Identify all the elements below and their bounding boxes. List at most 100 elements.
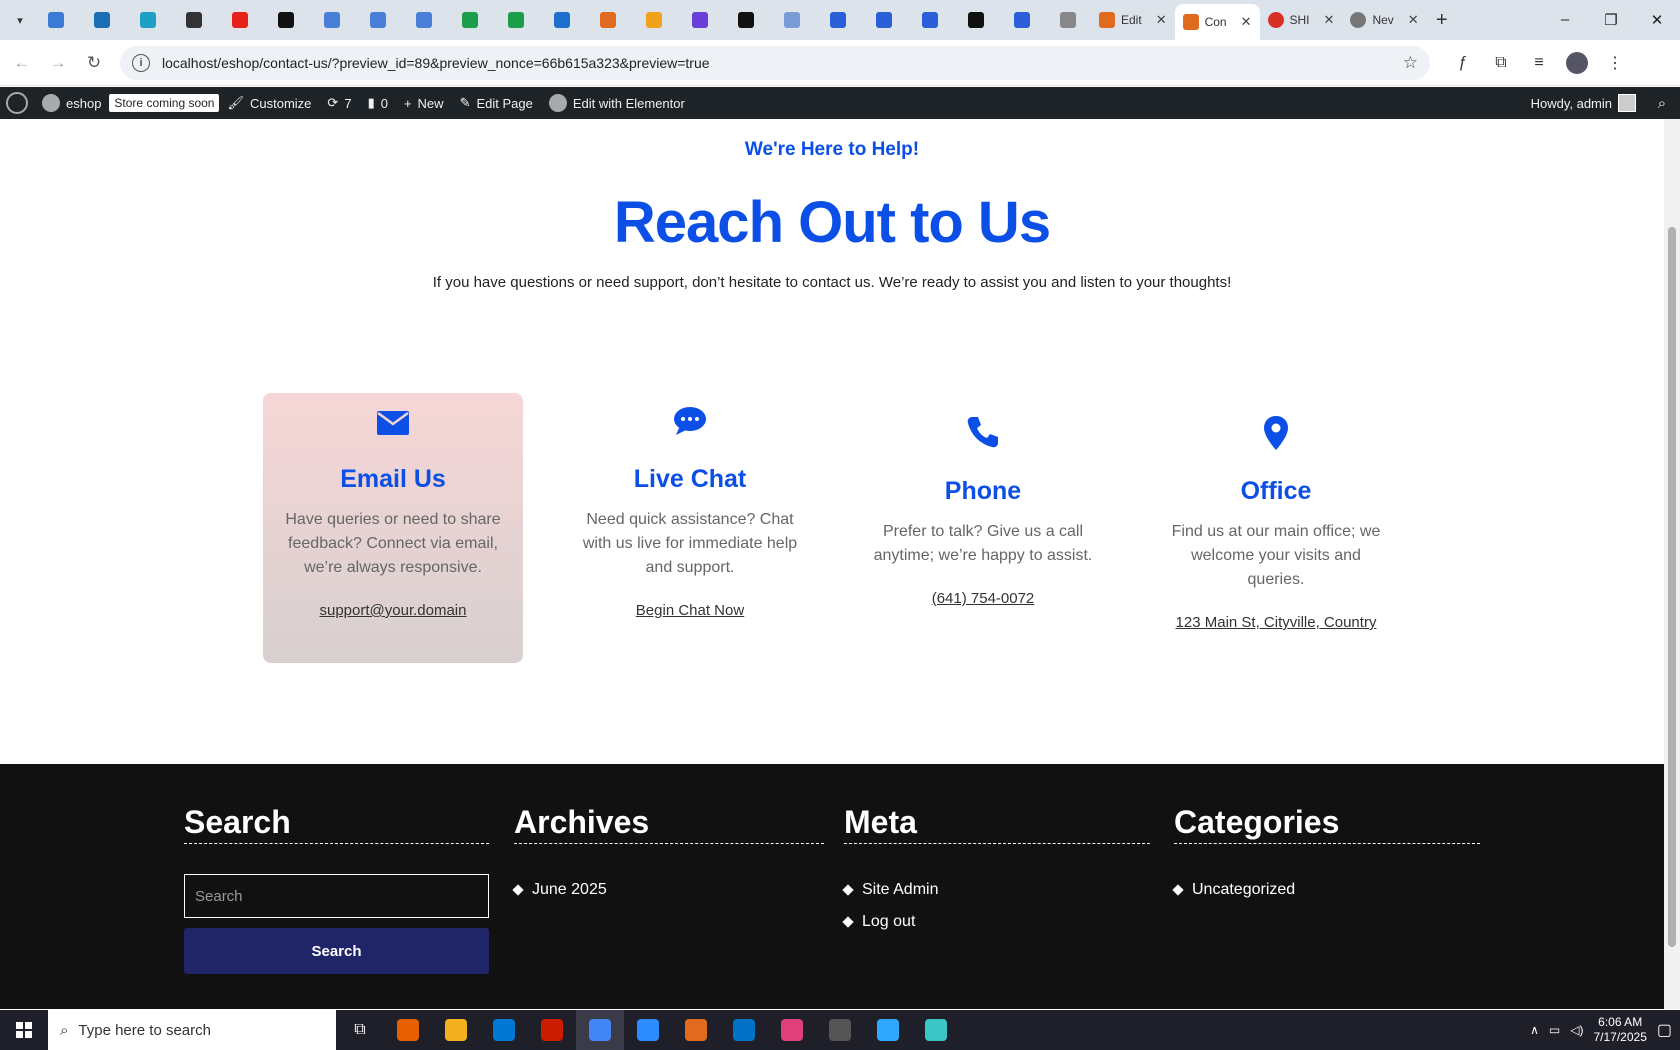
reload-icon[interactable]: ↻ bbox=[76, 53, 112, 73]
archive-item[interactable]: June 2025 bbox=[512, 874, 824, 906]
scrollbar-thumb[interactable] bbox=[1668, 227, 1676, 947]
close-icon[interactable]: ✕ bbox=[1241, 14, 1252, 30]
new-tab-button[interactable]: + bbox=[1427, 9, 1457, 32]
extensions-icon[interactable]: ⧉ bbox=[1482, 54, 1520, 72]
pinned-tab[interactable] bbox=[631, 4, 677, 36]
pinned-tab[interactable] bbox=[309, 4, 355, 36]
app-icon bbox=[685, 1019, 707, 1041]
tab-favicon bbox=[646, 12, 662, 28]
close-icon[interactable]: ✕ bbox=[1156, 12, 1167, 28]
edit-elementor-link[interactable]: Edit with Elementor bbox=[541, 87, 693, 119]
tab-favicon bbox=[324, 12, 340, 28]
taskbar-app[interactable] bbox=[624, 1010, 672, 1050]
tab-favicon bbox=[554, 12, 570, 28]
taskbar-app[interactable] bbox=[480, 1010, 528, 1050]
taskbar-app[interactable] bbox=[528, 1010, 576, 1050]
volume-icon[interactable]: ◁) bbox=[1570, 1023, 1583, 1037]
windows-taskbar: ⌕ Type here to search ⧉ ∧ ▭ ◁) 6:06 AM 7/1… bbox=[0, 1010, 1680, 1050]
pinned-tab[interactable] bbox=[999, 4, 1045, 36]
account-menu[interactable]: Howdy, admin bbox=[1523, 87, 1644, 119]
address-link[interactable]: 123 Main St, Cityville, Country bbox=[1176, 614, 1377, 631]
taskbar-app[interactable] bbox=[864, 1010, 912, 1050]
taskbar-app[interactable] bbox=[576, 1010, 624, 1050]
search-input[interactable]: Search bbox=[184, 874, 489, 918]
comments-link[interactable]: ▮ 0 bbox=[360, 87, 396, 119]
pinned-tab[interactable] bbox=[447, 4, 493, 36]
pinned-tab[interactable] bbox=[815, 4, 861, 36]
pinned-tab[interactable] bbox=[217, 4, 263, 36]
category-item[interactable]: Uncategorized bbox=[1172, 874, 1480, 906]
page-scrollbar[interactable] bbox=[1664, 119, 1680, 1009]
phone-link[interactable]: (641) 754-0072 bbox=[932, 590, 1035, 607]
search-button[interactable]: Search bbox=[184, 928, 489, 974]
pinned-tab[interactable] bbox=[1045, 4, 1091, 36]
pinned-tab[interactable] bbox=[723, 4, 769, 36]
close-window-icon[interactable]: ✕ bbox=[1634, 11, 1680, 29]
footer-archives-widget: Archives June 2025 bbox=[512, 804, 824, 906]
card-text: Prefer to talk? Give us a call anytime; … bbox=[873, 523, 1093, 564]
minimize-icon[interactable]: – bbox=[1542, 11, 1588, 29]
profile-avatar[interactable] bbox=[1566, 51, 1588, 74]
taskbar-app[interactable] bbox=[816, 1010, 864, 1050]
pinned-tab[interactable] bbox=[677, 4, 723, 36]
tab-favicon bbox=[186, 12, 202, 28]
site-info-icon[interactable]: i bbox=[132, 53, 150, 72]
pinned-tab[interactable] bbox=[907, 4, 953, 36]
font-extension-icon[interactable]: ƒ bbox=[1444, 54, 1482, 72]
taskbar-app[interactable] bbox=[720, 1010, 768, 1050]
new-content-link[interactable]: + New bbox=[396, 87, 452, 119]
taskbar-app[interactable] bbox=[384, 1010, 432, 1050]
card-text: Find us at our main office; we welcome y… bbox=[1171, 523, 1381, 588]
card-title: Office bbox=[1240, 477, 1312, 505]
edit-page-link[interactable]: ✎ Edit Page bbox=[452, 87, 541, 119]
pinned-tab[interactable] bbox=[79, 4, 125, 36]
updates-link[interactable]: ⟳ 7 bbox=[319, 87, 359, 119]
pinned-tab[interactable] bbox=[33, 4, 79, 36]
pinned-tab[interactable] bbox=[539, 4, 585, 36]
pinned-tab[interactable] bbox=[769, 4, 815, 36]
start-button[interactable] bbox=[0, 1010, 48, 1050]
forward-icon[interactable]: → bbox=[40, 53, 76, 73]
wordpress-logo-icon[interactable] bbox=[6, 92, 28, 114]
restore-icon[interactable]: ❐ bbox=[1588, 11, 1634, 29]
tab-new[interactable]: Nev ✕ bbox=[1342, 4, 1426, 36]
url-bar[interactable]: i localhost/eshop/contact-us/?preview_id… bbox=[120, 45, 1430, 80]
begin-chat-link[interactable]: Begin Chat Now bbox=[636, 602, 744, 619]
taskbar-search-box[interactable]: ⌕ Type here to search bbox=[48, 1010, 336, 1050]
pinned-tab[interactable] bbox=[171, 4, 217, 36]
meta-item-site-admin[interactable]: Site Admin bbox=[842, 874, 1150, 906]
tab-contact[interactable]: Con ✕ bbox=[1174, 4, 1260, 40]
pinned-tab[interactable] bbox=[125, 4, 171, 36]
pinned-tab[interactable] bbox=[953, 4, 999, 36]
close-icon[interactable]: ✕ bbox=[1324, 12, 1335, 28]
site-name-link[interactable]: eshop bbox=[34, 87, 109, 119]
menu-kebab-icon[interactable]: ⋮ bbox=[1596, 53, 1634, 73]
taskbar-app[interactable] bbox=[672, 1010, 720, 1050]
pinned-tab[interactable] bbox=[493, 4, 539, 36]
pinned-tab[interactable] bbox=[861, 4, 907, 36]
tray-chevron-icon[interactable]: ∧ bbox=[1530, 1023, 1539, 1037]
search-icon[interactable]: ⌕ bbox=[1644, 95, 1680, 112]
meta-item-log-out[interactable]: Log out bbox=[842, 906, 1150, 938]
bookmark-star-icon[interactable]: ☆ bbox=[1403, 53, 1418, 73]
pinned-tab[interactable] bbox=[401, 4, 447, 36]
clock[interactable]: 6:06 AM 7/17/2025 bbox=[1593, 1015, 1646, 1045]
notification-icon[interactable]: ▢ bbox=[1657, 1020, 1672, 1040]
media-controls-icon[interactable]: ≡ bbox=[1520, 54, 1558, 72]
pinned-tab[interactable] bbox=[263, 4, 309, 36]
email-link[interactable]: support@your.domain bbox=[320, 602, 467, 619]
network-icon[interactable]: ▭ bbox=[1549, 1023, 1560, 1037]
taskbar-app[interactable] bbox=[432, 1010, 480, 1050]
tab-search-menu[interactable]: ▾ bbox=[7, 7, 33, 33]
customize-link[interactable]: 🖌 Customize bbox=[219, 87, 319, 119]
pinned-tab[interactable] bbox=[355, 4, 401, 36]
taskbar-app[interactable] bbox=[912, 1010, 960, 1050]
tab-shi[interactable]: SHI ✕ bbox=[1260, 4, 1343, 36]
back-icon[interactable]: ← bbox=[4, 53, 40, 73]
taskbar-app[interactable] bbox=[768, 1010, 816, 1050]
pinned-tab[interactable] bbox=[585, 4, 631, 36]
close-icon[interactable]: ✕ bbox=[1408, 12, 1419, 28]
tab-edit[interactable]: Edit ✕ bbox=[1091, 4, 1175, 36]
task-view-icon[interactable]: ⧉ bbox=[336, 1010, 384, 1050]
url-text[interactable]: localhost/eshop/contact-us/?preview_id=8… bbox=[162, 55, 710, 71]
